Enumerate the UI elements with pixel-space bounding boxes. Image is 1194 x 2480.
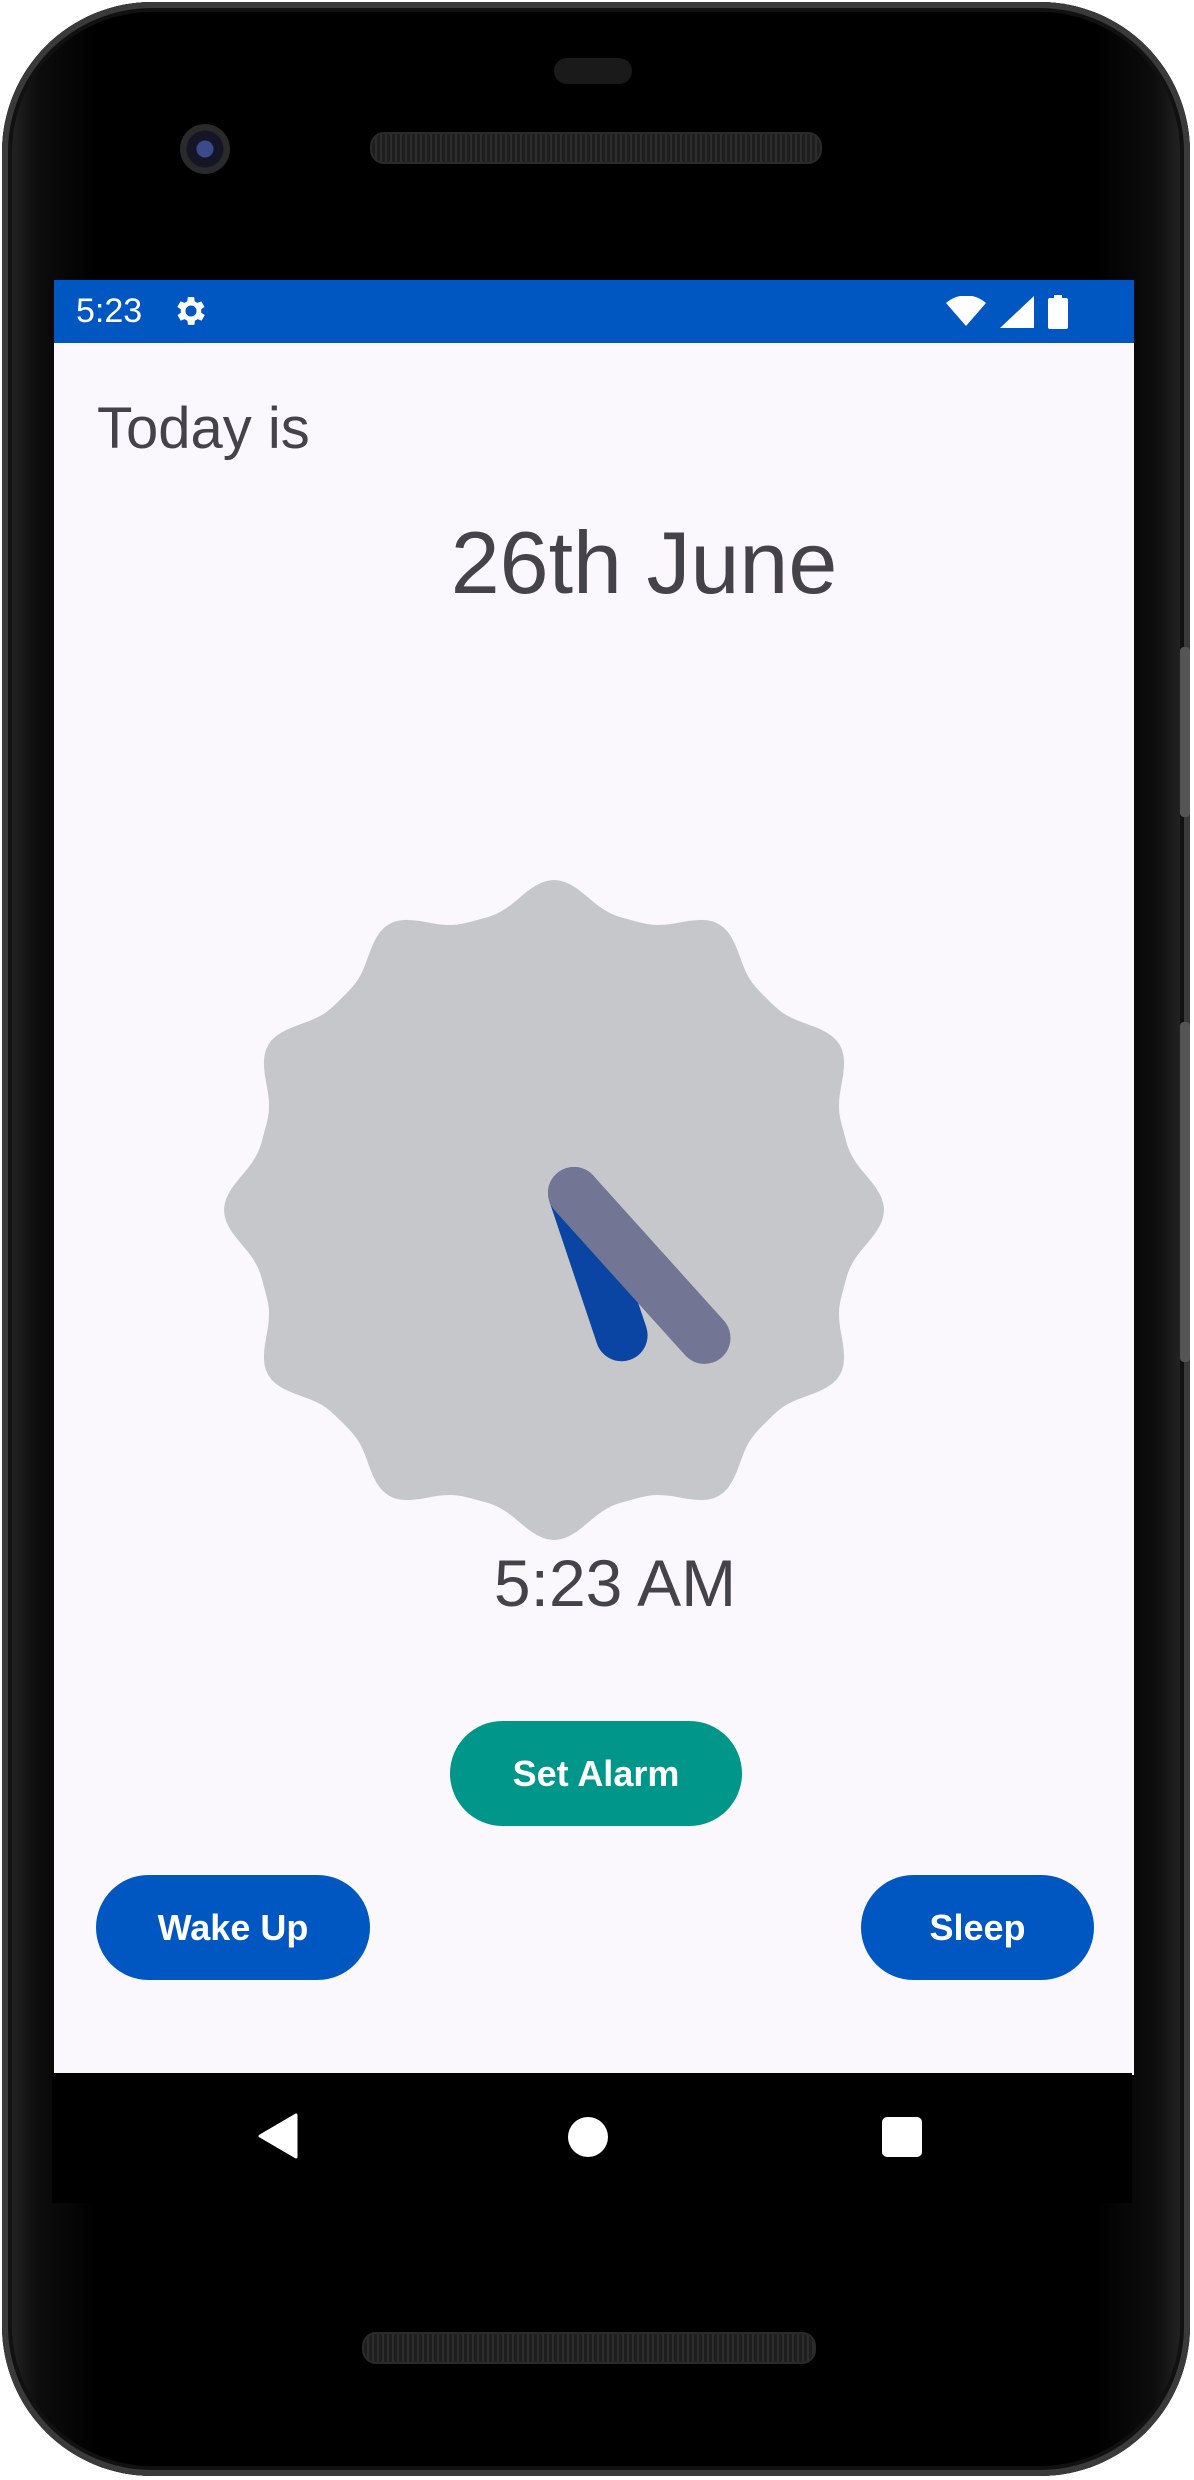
analog-clock <box>224 880 884 1540</box>
today-label: Today is <box>97 396 310 461</box>
wake-up-button[interactable]: Wake Up <box>96 1875 370 1980</box>
recent-apps-icon[interactable] <box>882 2117 922 2157</box>
volume-button <box>1180 1022 1190 1362</box>
sleep-button[interactable]: Sleep <box>861 1875 1094 1980</box>
front-camera <box>180 124 230 174</box>
status-time: 5:23 <box>76 292 143 330</box>
status-bar: 5:23 <box>54 280 1134 343</box>
date-label: 26th June <box>450 513 838 612</box>
power-button <box>1180 647 1190 817</box>
set-alarm-button[interactable]: Set Alarm <box>450 1721 742 1826</box>
top-speaker-grille <box>370 132 822 164</box>
wifi-icon <box>946 296 986 326</box>
back-icon[interactable] <box>258 2113 298 2159</box>
earpiece <box>554 58 632 84</box>
time-label: 5:23 AM <box>493 1546 737 1620</box>
signal-icon <box>1000 296 1034 328</box>
bottom-speaker-grille <box>362 2332 816 2364</box>
battery-icon <box>1048 295 1068 329</box>
app-screen: 5:23 Today is 26th June 5:23 AM Set Alar… <box>54 280 1134 2075</box>
gear-icon <box>177 297 205 325</box>
navigation-bar <box>52 2073 1132 2203</box>
home-icon[interactable] <box>568 2117 608 2157</box>
